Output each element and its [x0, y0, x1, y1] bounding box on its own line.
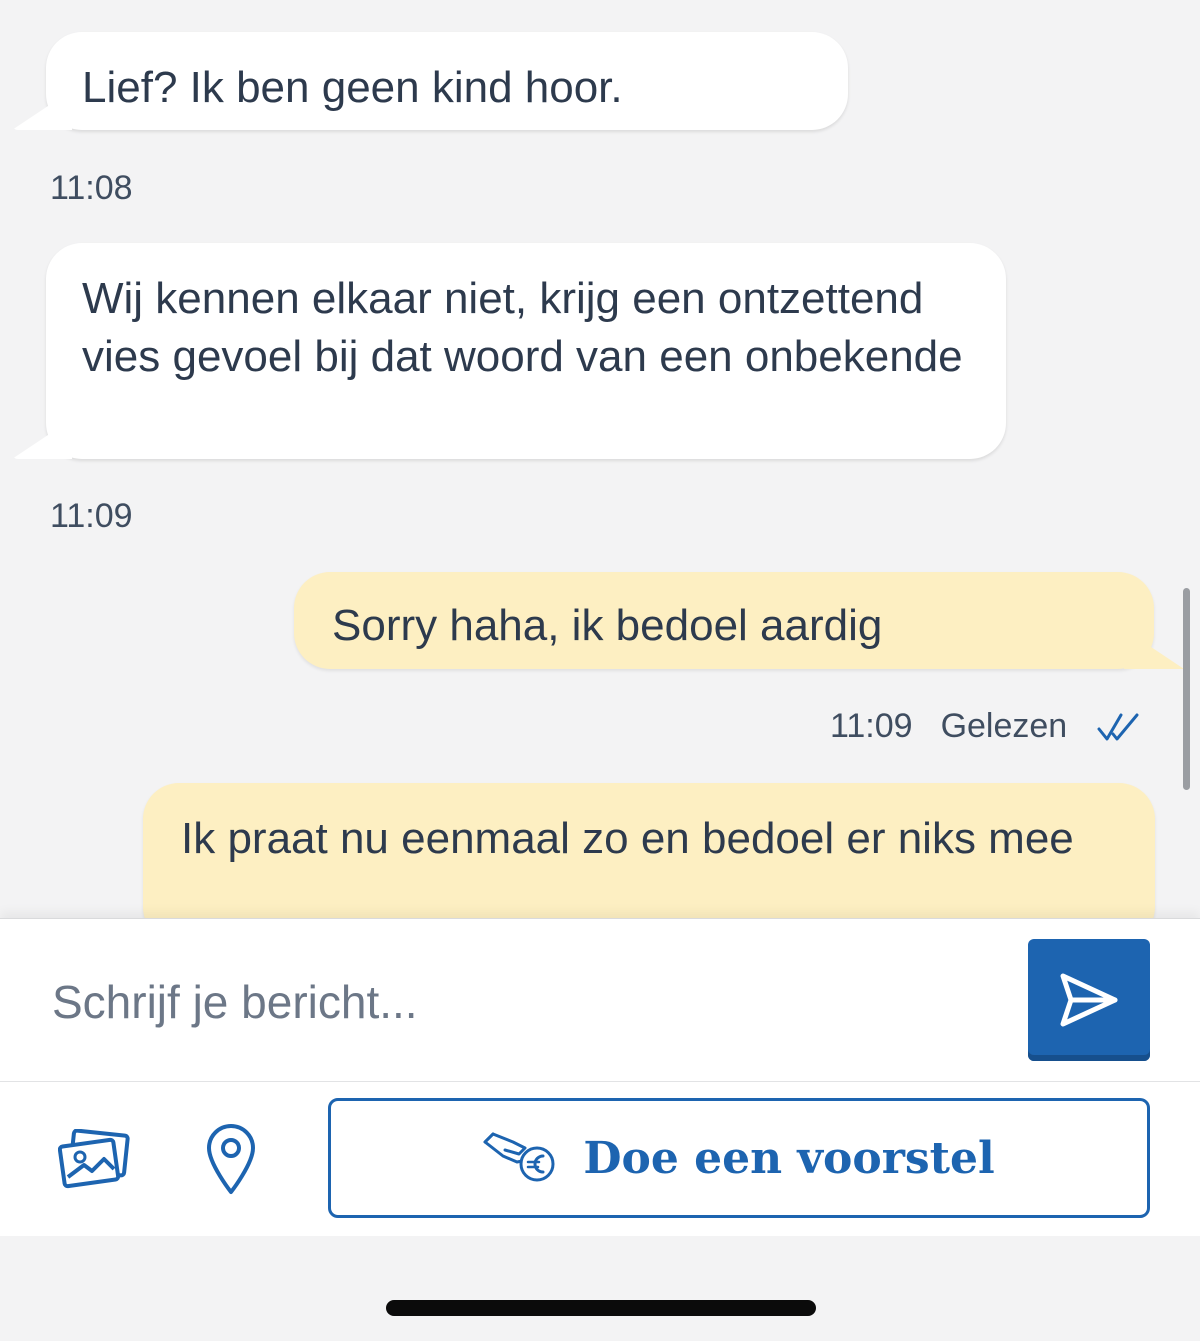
message-text: Lief? Ik ben geen kind hoor.	[82, 63, 623, 112]
chat-thread[interactable]: Lief? Ik ben geen kind hoor. 11:08 Wij k…	[0, 0, 1200, 918]
message-composer	[0, 918, 1200, 1083]
action-bar: Doe een voorstel	[0, 1082, 1200, 1236]
read-receipt-label: Gelezen	[940, 707, 1068, 745]
hand-euro-icon	[483, 1132, 555, 1182]
message-bubble-outgoing: Sorry haha, ik bedoel aardig	[294, 572, 1154, 669]
message-bubble-outgoing: Ik praat nu eenmaal zo en bedoel er niks…	[143, 783, 1155, 918]
send-button[interactable]	[1028, 939, 1150, 1061]
photo-gallery-icon	[58, 1129, 130, 1189]
send-icon	[1060, 973, 1118, 1027]
message-text: Ik praat nu eenmaal zo en bedoel er niks…	[181, 814, 1074, 863]
double-check-icon	[1097, 713, 1139, 740]
message-bubble-incoming: Lief? Ik ben geen kind hoor.	[46, 32, 848, 130]
make-offer-button[interactable]: Doe een voorstel	[328, 1098, 1150, 1218]
message-timestamp: 11:08	[50, 169, 133, 207]
message-status-row: 11:09 Gelezen	[830, 707, 1141, 746]
message-text: Wij kennen elkaar niet, krijg een ontzet…	[82, 274, 963, 381]
home-indicator[interactable]	[386, 1300, 816, 1316]
attach-photo-button[interactable]	[56, 1126, 132, 1192]
share-location-button[interactable]	[200, 1122, 262, 1198]
location-pin-icon	[207, 1124, 255, 1194]
message-bubble-incoming: Wij kennen elkaar niet, krijg een ontzet…	[46, 243, 1006, 459]
message-text: Sorry haha, ik bedoel aardig	[332, 601, 883, 650]
message-timestamp: 11:09	[50, 497, 133, 535]
message-input[interactable]	[50, 961, 994, 1043]
scrollbar[interactable]	[1183, 588, 1190, 790]
make-offer-label: Doe een voorstel	[583, 1132, 995, 1184]
system-home-area	[0, 1236, 1200, 1341]
message-timestamp: 11:09	[830, 707, 913, 745]
